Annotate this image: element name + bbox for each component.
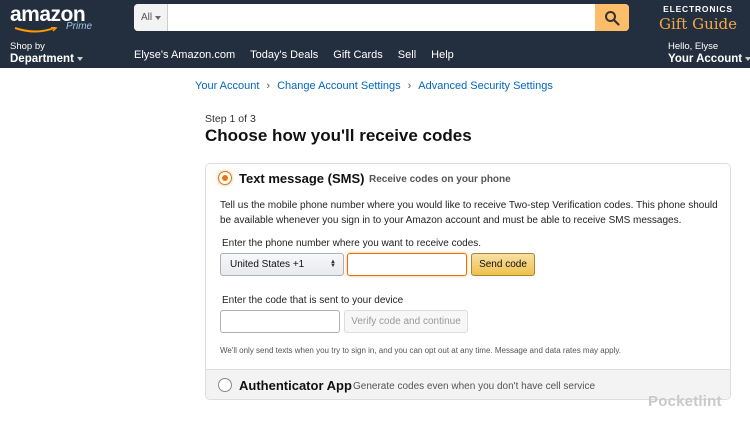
logo-smile-icon — [14, 27, 58, 33]
search-category-dropdown[interactable]: All — [134, 4, 168, 31]
sms-radio[interactable] — [218, 171, 232, 185]
breadcrumb: Your Account › Change Account Settings › Adv… — [195, 80, 553, 92]
chevron-down-icon — [76, 56, 83, 61]
nav-bar: Shop by Department Elyse's Amazon.com To… — [0, 36, 750, 68]
nav-links: Elyse's Amazon.com Today's Deals Gift Ca… — [134, 49, 454, 61]
search-button[interactable] — [595, 4, 629, 31]
sms-disclaimer: We'll only send texts when you try to si… — [220, 346, 622, 355]
promo-top-text: ELECTRONICS — [663, 4, 733, 14]
country-code-select[interactable]: United States +1 ▲ ▼ — [220, 253, 344, 276]
select-arrows-icon: ▲ ▼ — [330, 259, 336, 269]
phone-number-label: Enter the phone number where you want to… — [222, 238, 482, 249]
nav-link-help[interactable]: Help — [431, 49, 454, 61]
account-label: Your Account — [668, 53, 750, 65]
sms-option: Text message (SMS) Receive codes on your… — [206, 164, 730, 369]
search-icon — [605, 11, 620, 26]
sms-option-title[interactable]: Text message (SMS) — [239, 171, 364, 186]
search-category-label: All — [141, 12, 153, 23]
department-label: Department — [10, 53, 83, 65]
your-account-menu[interactable]: Hello, Elyse Your Account — [668, 41, 750, 65]
search-input[interactable] — [169, 4, 595, 31]
chevron-down-icon — [155, 16, 161, 20]
breadcrumb-separator: › — [407, 80, 412, 92]
amazon-logo[interactable]: amazon Prime — [10, 3, 93, 33]
verify-code-button[interactable]: Verify code and continue — [344, 310, 468, 333]
authenticator-radio[interactable] — [218, 378, 232, 392]
authenticator-option-title[interactable]: Authenticator App — [239, 378, 352, 393]
shop-by-department[interactable]: Shop by Department — [10, 41, 83, 65]
top-header: amazon Prime All ELECTRONICS Gift Guide — [0, 0, 750, 36]
search-bar: All — [134, 4, 629, 31]
shop-by-label: Shop by — [10, 41, 45, 52]
promo-main-text: Gift Guide — [658, 15, 738, 33]
sms-option-subtitle: Receive codes on your phone — [369, 174, 511, 185]
sms-description: Tell us the mobile phone number where yo… — [220, 200, 718, 226]
breadcrumb-advanced-security-settings[interactable]: Advanced Security Settings — [418, 80, 553, 92]
verification-code-label: Enter the code that is sent to your devi… — [222, 295, 404, 306]
country-code-value: United States +1 — [230, 259, 305, 270]
chevron-down-icon — [745, 56, 750, 61]
watermark: Pocketlint — [648, 393, 722, 410]
verification-code-input[interactable] — [220, 310, 340, 333]
authenticator-option-subtitle: Generate codes even when you don't have … — [353, 381, 596, 392]
greeting-text: Hello, Elyse — [668, 41, 719, 52]
code-method-panel: Text message (SMS) Receive codes on your… — [205, 163, 731, 400]
department-text: Department — [10, 53, 74, 65]
step-indicator: Step 1 of 3 — [205, 113, 256, 125]
nav-link-gift-cards[interactable]: Gift Cards — [333, 49, 383, 61]
nav-link-todays-deals[interactable]: Today's Deals — [250, 49, 318, 61]
gift-guide-promo[interactable]: ELECTRONICS Gift Guide — [652, 4, 744, 34]
breadcrumb-change-account-settings[interactable]: Change Account Settings — [277, 80, 401, 92]
nav-link-sell[interactable]: Sell — [398, 49, 416, 61]
page-title: Choose how you'll receive codes — [205, 126, 472, 145]
breadcrumb-separator: › — [266, 80, 271, 92]
account-text: Your Account — [668, 53, 743, 65]
phone-number-input[interactable] — [347, 253, 467, 276]
breadcrumb-your-account[interactable]: Your Account — [195, 80, 259, 92]
logo-prime-text: Prime — [66, 21, 93, 32]
send-code-button[interactable]: Send code — [471, 253, 535, 276]
nav-link-your-amazon[interactable]: Elyse's Amazon.com — [134, 49, 235, 61]
